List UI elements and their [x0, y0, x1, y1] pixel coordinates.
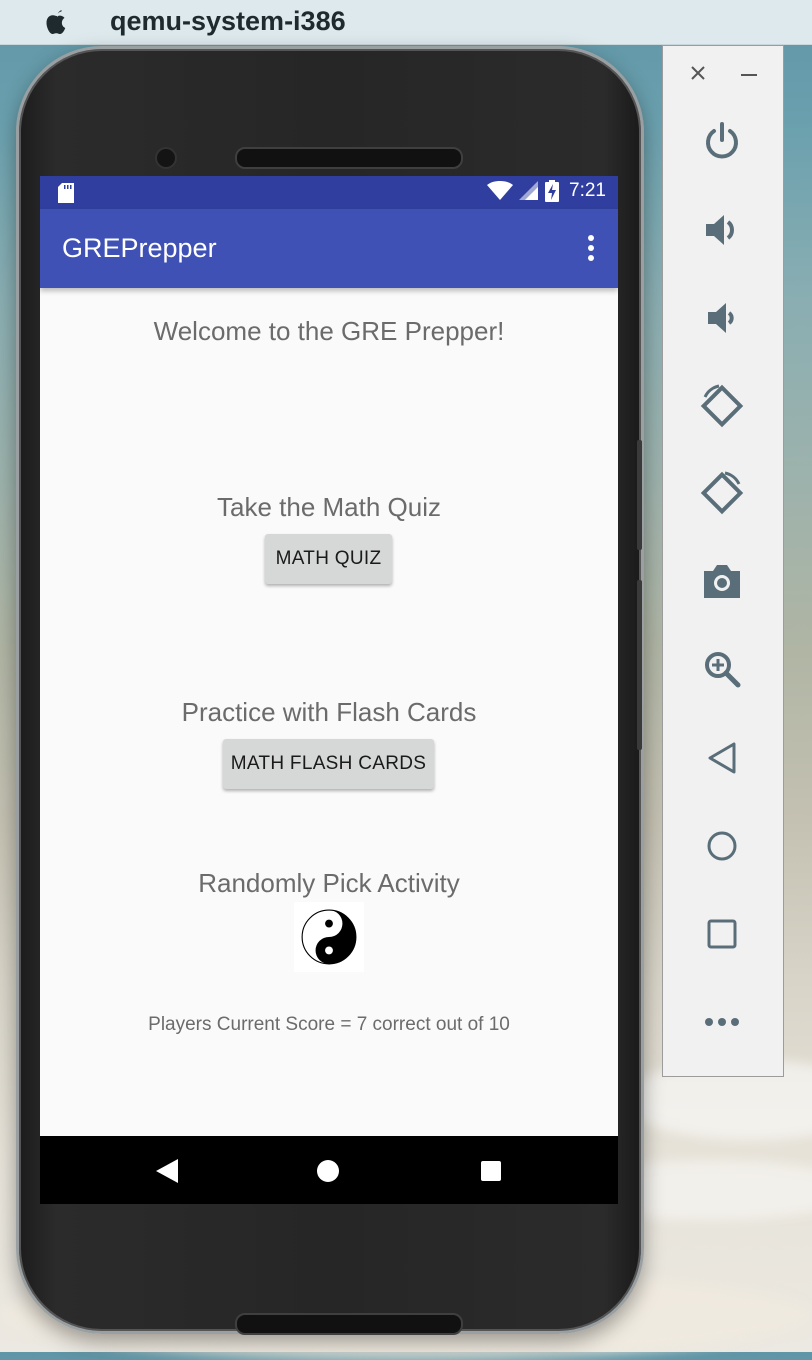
sd-card-icon — [58, 183, 74, 203]
math-quiz-button[interactable]: MATH QUIZ — [265, 534, 392, 584]
app-bar: GREPrepper — [40, 209, 618, 288]
front-camera — [155, 147, 177, 169]
back-icon[interactable] — [152, 1156, 182, 1186]
zoom-icon[interactable] — [697, 644, 747, 694]
overflow-menu-icon[interactable] — [586, 235, 596, 263]
status-time: 7:21 — [569, 180, 606, 201]
math-flash-cards-button[interactable]: MATH FLASH CARDS — [223, 739, 434, 789]
back-icon[interactable] — [697, 733, 747, 783]
side-button-power[interactable] — [637, 580, 642, 750]
camera-icon[interactable] — [697, 556, 747, 606]
menubar-app-name[interactable]: qemu-system-i386 — [110, 6, 346, 37]
volume-up-icon[interactable] — [697, 205, 747, 255]
top-speaker — [235, 147, 463, 169]
random-heading: Randomly Pick Activity — [198, 868, 460, 898]
minimize-icon[interactable] — [741, 74, 757, 76]
welcome-heading: Welcome to the GRE Prepper! — [153, 316, 505, 346]
volume-down-icon[interactable] — [697, 293, 747, 343]
random-activity-button[interactable] — [294, 902, 364, 972]
recents-icon[interactable] — [476, 1156, 506, 1186]
power-icon[interactable] — [697, 116, 747, 166]
battery-charging-icon — [545, 180, 560, 202]
home-icon[interactable] — [313, 1156, 343, 1186]
emulator-control-panel — [662, 45, 784, 1077]
rotate-left-icon[interactable] — [697, 381, 747, 431]
device-screen: 7:21 GREPrepper Welcome to the GRE Prepp… — [40, 176, 618, 1204]
side-button-volume[interactable] — [637, 440, 642, 550]
cell-signal-icon — [519, 181, 539, 200]
app-title: GREPrepper — [62, 233, 217, 263]
menu-bar: qemu-system-i386 — [0, 0, 812, 45]
main-content: Welcome to the GRE Prepper! Take the Mat… — [40, 288, 618, 1136]
navigation-bar — [40, 1136, 618, 1204]
wifi-icon — [487, 181, 514, 200]
quiz-heading: Take the Math Quiz — [217, 492, 441, 522]
rotate-right-icon[interactable] — [697, 468, 747, 518]
flash-heading: Practice with Flash Cards — [181, 697, 477, 727]
home-icon[interactable] — [697, 821, 747, 871]
yin-yang-icon — [301, 909, 357, 965]
close-icon[interactable] — [689, 64, 707, 82]
more-icon[interactable] — [697, 997, 747, 1047]
apple-icon[interactable] — [40, 7, 74, 37]
score-text: Players Current Score = 7 correct out of… — [148, 1014, 510, 1035]
bottom-speaker — [235, 1313, 463, 1335]
status-bar: 7:21 — [40, 176, 618, 209]
overview-icon[interactable] — [697, 909, 747, 959]
